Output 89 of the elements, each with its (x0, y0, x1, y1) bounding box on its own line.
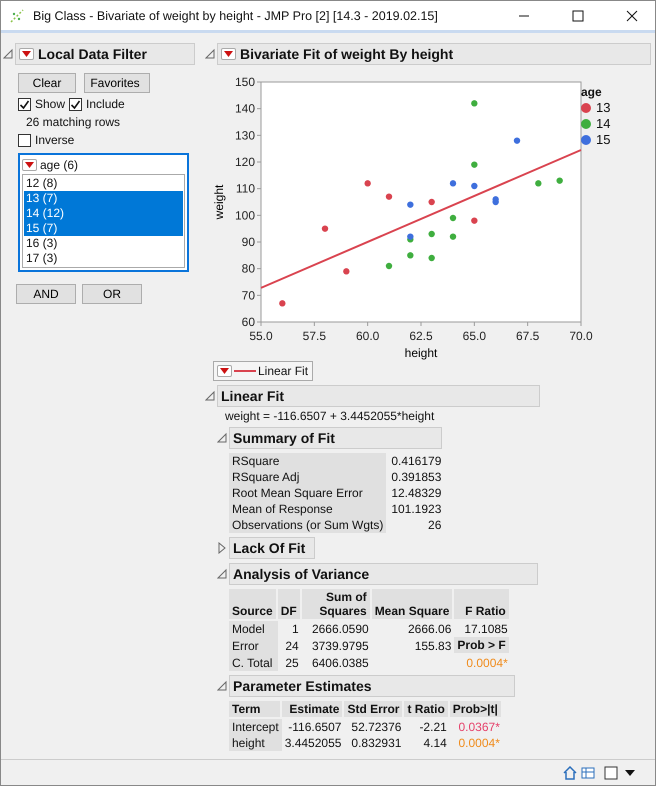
table-cell-text: 0.0004* (465, 655, 509, 671)
section-header: Analysis of Variance (229, 563, 538, 585)
y-tick-label: 90 (242, 235, 255, 249)
stat-label: RSquare Adj (229, 469, 386, 485)
table-cell-text: 3.4452055 (284, 735, 342, 751)
table-cell-text: 52.72376 (350, 719, 402, 735)
fit-equation: weight = -116.6507 + 3.4452055*height (225, 409, 436, 423)
checkbox-label: Include (86, 97, 125, 111)
y-tick-label: 130 (234, 128, 255, 142)
legend-label: 14 (596, 116, 610, 131)
list-item[interactable]: 14 (12) (24, 206, 183, 221)
filter-column-title: age (6) (40, 158, 78, 172)
legend-label: 13 (596, 100, 610, 115)
list-item[interactable]: 13 (7) (24, 191, 183, 206)
stat-value: 101.1923 (390, 501, 442, 517)
column-header: Estimate (282, 701, 344, 719)
stat-value: 12.48329 (390, 485, 442, 501)
table-cell-text: 4.14 (422, 735, 448, 751)
checkbox-label: Show (35, 97, 66, 111)
table-cell-text: 2666.0590 (310, 621, 370, 637)
checkbox-label: Inverse (35, 133, 74, 147)
column-header: Prob>|t| (450, 701, 503, 719)
column-header: Sum of Squares (302, 589, 372, 621)
table-cell-text: 6406.0385 (310, 655, 370, 671)
column-header: Term (229, 701, 282, 719)
section-header: Linear Fit (217, 385, 540, 407)
logic-button[interactable]: AND (16, 284, 76, 304)
x-tick-label: 55.0 (249, 329, 273, 343)
y-tick-label: 150 (234, 75, 255, 89)
table-cell-text: 25 (284, 655, 300, 671)
column-header: t Ratio (404, 701, 450, 719)
section-header: Parameter Estimates (229, 675, 515, 697)
column-header: Prob > F (454, 637, 511, 655)
stat-value: 26 (427, 517, 442, 533)
y-tick-label: 120 (234, 155, 255, 169)
table-cell-text: 17.1085 (463, 621, 509, 637)
y-tick-label: 140 (234, 102, 255, 116)
stat-value: 0.416179 (390, 453, 442, 469)
x-axis-title: height (404, 346, 438, 360)
matching-rows-text: 26 matching rows (26, 115, 120, 129)
table-cell-text: 0.0367* (457, 719, 501, 735)
column-header: Mean Square (372, 589, 454, 621)
stat-value: 0.391853 (390, 469, 442, 485)
section-header: Local Data Filter (15, 43, 195, 65)
table-cell-text: 0.0004* (457, 735, 501, 751)
y-tick-label: 80 (242, 262, 255, 276)
y-tick-label: 70 (242, 288, 255, 302)
table-cell: Intercept (229, 719, 282, 735)
x-tick-label: 62.5 (409, 329, 433, 343)
list-item[interactable]: 15 (7) (24, 221, 183, 236)
legend-label: 15 (596, 132, 610, 147)
table-cell: Error (229, 637, 278, 655)
x-tick-label: 60.0 (356, 329, 380, 343)
y-tick-label: 110 (236, 182, 255, 196)
table-cell-text: -116.6507 (287, 719, 342, 735)
column-header: DF (278, 589, 302, 621)
y-tick-label: 60 (242, 315, 255, 329)
logic-button[interactable]: OR (82, 284, 142, 304)
stat-label: RSquare (229, 453, 386, 469)
x-tick-label: 57.5 (302, 329, 326, 343)
legend-title: age (581, 85, 603, 99)
y-axis-title: weight (212, 184, 226, 220)
stat-label: Mean of Response (229, 501, 386, 517)
section-header: Bivariate Fit of weight By height (217, 43, 651, 65)
table-cell-text: 1 (291, 621, 300, 637)
column-header: Source (229, 589, 278, 621)
section-header: Lack Of Fit (229, 537, 315, 559)
stat-label: Observations (or Sum Wgts) (229, 517, 386, 533)
clear-button[interactable]: Clear (18, 73, 76, 93)
x-tick-label: 65.0 (462, 329, 486, 343)
table-cell: height (229, 735, 282, 751)
y-tick-label: 100 (234, 208, 255, 222)
table-cell-text: -2.21 (418, 719, 448, 735)
fit-menu-button[interactable]: Linear Fit (213, 361, 313, 381)
column-header: Std Error (344, 701, 404, 719)
section-header: Summary of Fit (229, 427, 442, 449)
favorites-dropdown[interactable]: Favorites (84, 73, 150, 93)
stat-label: Root Mean Square Error (229, 485, 386, 501)
x-tick-label: 70.0 (569, 329, 593, 343)
x-tick-label: 67.5 (516, 329, 540, 343)
table-cell-text: 24 (284, 638, 300, 655)
column-header: F Ratio (454, 589, 511, 621)
table-cell: C. Total (229, 655, 278, 671)
table-cell: Model (229, 621, 278, 637)
window-title: Big Class - Bivariate of weight by height - JMP Pro [2] [14.3 - 2019.02.15] (33, 8, 439, 22)
table-cell-text: 155.83 (414, 638, 452, 655)
table-cell-text: 3739.9795 (310, 638, 370, 655)
table-cell-text: 2666.06 (407, 621, 452, 637)
table-cell-text: 0.832931 (350, 735, 402, 751)
